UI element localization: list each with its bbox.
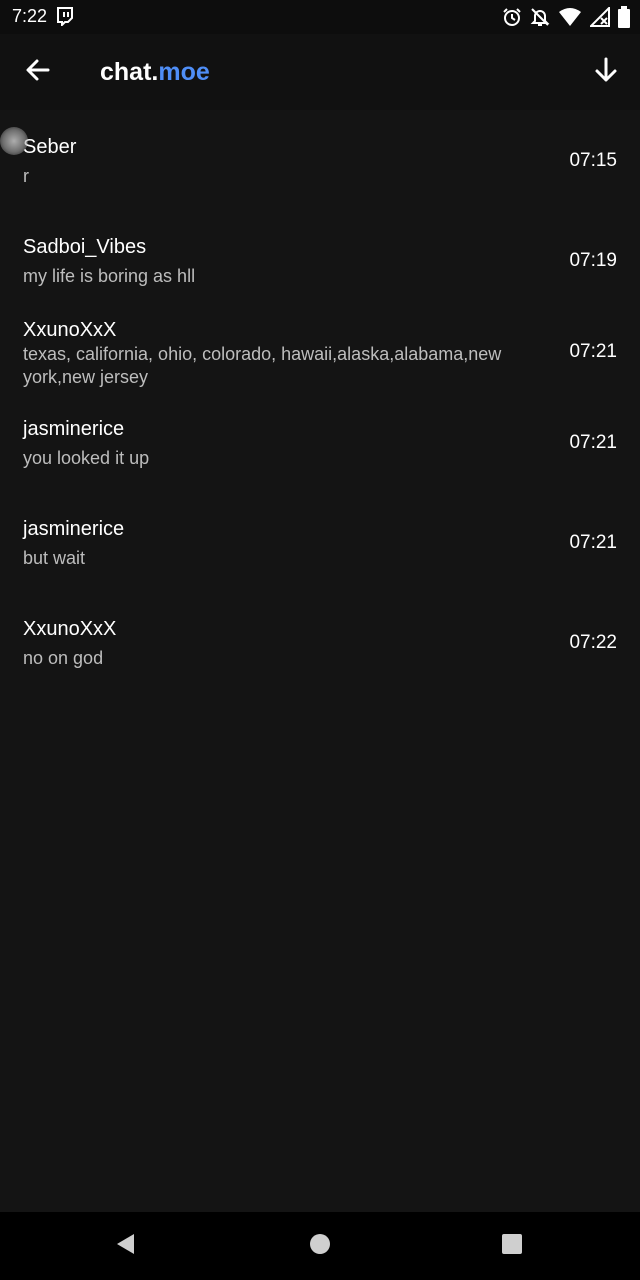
status-bar: 7:22 <box>0 0 640 34</box>
twitch-icon <box>55 6 75 28</box>
message-time: 07:21 <box>569 341 617 362</box>
alarm-icon <box>502 7 522 27</box>
navigation-bar <box>0 1212 640 1280</box>
chat-screen: 7:22 chat.moe Seber r 07:15 Sadboi_Vibes… <box>0 0 640 1280</box>
message-time: 07:22 <box>569 632 617 653</box>
back-button[interactable] <box>18 52 58 92</box>
battery-icon <box>618 6 630 28</box>
message-row[interactable]: Sadboi_Vibes my life is boring as hll 07… <box>0 210 640 310</box>
arrow-left-icon <box>24 56 52 89</box>
message-row[interactable]: jasminerice you looked it up 07:21 <box>0 410 640 510</box>
status-time: 7:22 <box>12 6 48 26</box>
app-title: chat.moe <box>100 57 210 87</box>
message-text: r <box>23 166 29 186</box>
message-time: 07:21 <box>569 432 617 453</box>
message-time: 07:15 <box>569 150 617 171</box>
message-row[interactable]: jasminerice but wait 07:21 <box>0 510 640 610</box>
message-time: 07:19 <box>569 250 617 271</box>
message-username: Seber <box>23 136 77 158</box>
home-circle-icon <box>309 1233 331 1260</box>
nav-home-button[interactable] <box>300 1226 340 1266</box>
message-username: Sadboi_Vibes <box>23 236 147 258</box>
message-time: 07:21 <box>569 532 617 553</box>
nav-recents-button[interactable] <box>492 1226 532 1266</box>
message-text: texas, california, ohio, colorado, hawai… <box>23 344 502 387</box>
message-row[interactable]: XxunoXxX texas, california, ohio, colora… <box>0 310 640 410</box>
message-text: no on god <box>23 648 104 668</box>
message-text: you looked it up <box>23 448 150 468</box>
nav-back-button[interactable] <box>106 1226 146 1266</box>
touch-indicator <box>0 127 28 155</box>
app-title-accent: moe <box>158 58 210 86</box>
notifications-off-icon <box>530 7 550 27</box>
app-bar: chat.moe <box>0 34 640 110</box>
app-title-main: chat. <box>100 58 159 86</box>
message-text: but wait <box>23 548 86 568</box>
back-triangle-icon <box>114 1232 138 1261</box>
message-row[interactable]: XxunoXxX no on god 07:22 <box>0 610 640 710</box>
wifi-icon <box>558 7 582 27</box>
message-username: jasminerice <box>23 418 125 440</box>
recents-square-icon <box>501 1233 523 1260</box>
status-icons <box>502 5 630 29</box>
message-username: jasminerice <box>23 518 125 540</box>
message-username: XxunoXxX <box>23 319 117 341</box>
message-username: XxunoXxX <box>23 618 117 640</box>
message-text: my life is boring as hll <box>23 266 196 286</box>
scroll-down-button[interactable] <box>586 52 626 92</box>
signal-icon <box>590 7 610 27</box>
message-row[interactable]: Seber r 07:15 <box>0 110 640 210</box>
arrow-down-icon <box>592 56 620 89</box>
